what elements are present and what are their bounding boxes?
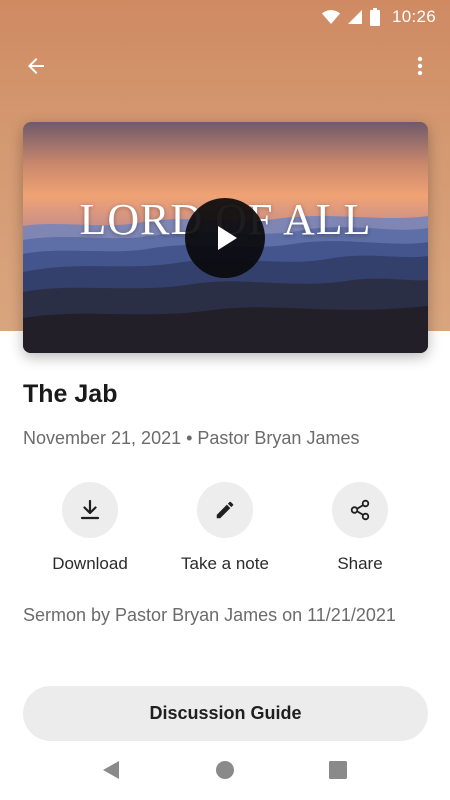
nav-back-button[interactable] [99,758,123,782]
arrow-left-icon [28,58,44,74]
download-icon [80,499,100,520]
circle-home-icon [216,761,234,779]
square-recents-icon [329,761,347,779]
take-note-button[interactable] [197,482,253,538]
sermon-meta: November 21, 2021 • Pastor Bryan James [23,428,360,448]
take-note-action[interactable]: Take a note [165,482,285,574]
download-button[interactable] [62,482,118,538]
sermon-title: The Jab [23,380,118,408]
share-icon [350,499,370,521]
download-label: Download [52,554,128,573]
discussion-guide-button[interactable]: Discussion Guide [23,686,428,741]
wifi-icon [321,10,340,24]
video-player[interactable]: LORD OF ALL [23,122,428,353]
share-button[interactable] [332,482,388,538]
triangle-back-icon [103,761,119,779]
play-icon [218,226,237,250]
share-action[interactable]: Share [300,482,420,574]
battery-icon [369,8,380,26]
share-label: Share [337,554,383,573]
nav-home-button[interactable] [213,758,237,782]
nav-recents-button[interactable] [326,758,350,782]
cellular-signal-icon [347,10,362,24]
status-time: 10:26 [391,7,436,26]
more-vertical-icon [417,56,423,76]
app-bar [0,44,450,88]
take-note-label: Take a note [181,554,269,573]
more-options-button[interactable] [398,44,442,88]
download-action[interactable]: Download [30,482,150,574]
back-button[interactable] [14,44,58,88]
status-bar: 10:26 [0,0,450,34]
action-row: Download Take a note Share [0,482,450,582]
sermon-description: Sermon by Pastor Bryan James on 11/21/20… [23,605,396,625]
pencil-icon [216,501,234,519]
play-button[interactable] [185,198,265,278]
system-navigation-bar [0,748,450,792]
